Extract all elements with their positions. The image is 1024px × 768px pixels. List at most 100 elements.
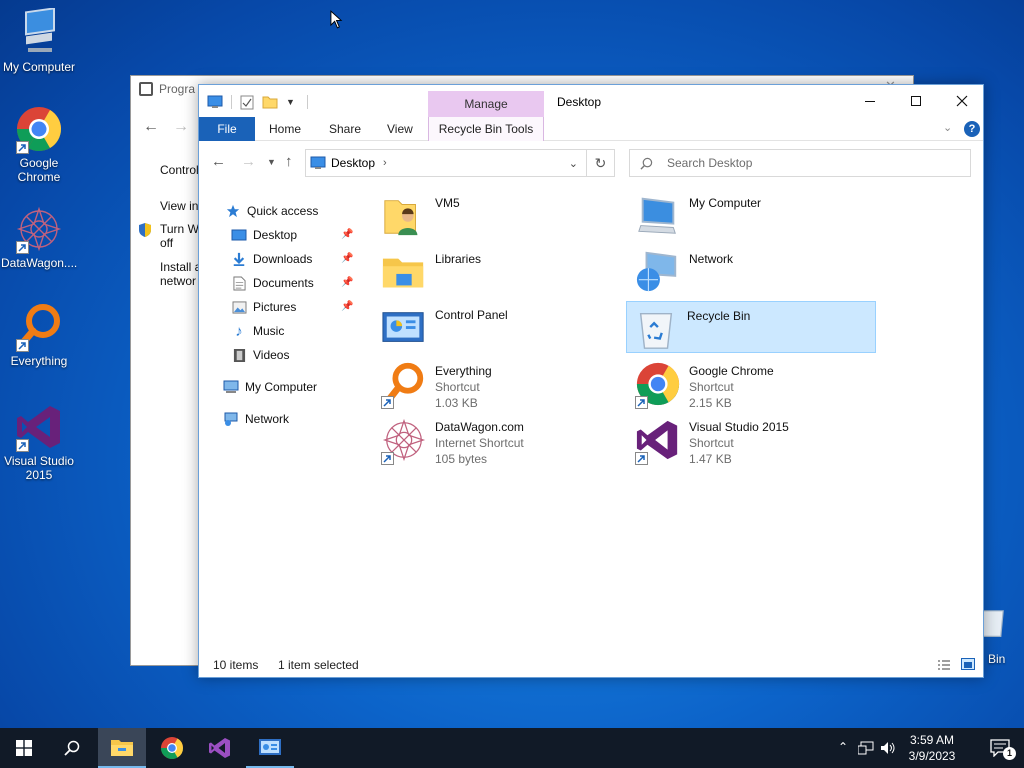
file-item-google-chrome[interactable]: Google Chrome Shortcut 2.15 KB xyxy=(629,357,879,410)
desktop-icon-label: Visual Studio 2015 xyxy=(4,454,74,482)
properties-icon[interactable] xyxy=(240,94,254,110)
maximize-button[interactable] xyxy=(893,85,939,117)
refresh-button[interactable]: ↻ xyxy=(587,149,615,177)
desktop-icon-label: DataWagon.... xyxy=(1,256,78,270)
shortcut-arrow-icon xyxy=(635,396,648,409)
taskbar-visual-studio[interactable] xyxy=(196,728,244,768)
user-folder-icon xyxy=(381,193,429,241)
back-button[interactable]: ← xyxy=(211,153,226,170)
desktop-icon-datawagon[interactable]: DataWagon.... xyxy=(1,204,77,270)
mouse-cursor-icon xyxy=(330,10,343,29)
desktop-icon-label: Bin xyxy=(988,652,1006,666)
tab-share[interactable]: Share xyxy=(317,117,373,141)
address-bar[interactable]: Desktop › ⌄ xyxy=(305,149,587,177)
address-row: ← → ▼ ↑ Desktop › ⌄ ↻ Search Desktop xyxy=(199,147,983,177)
breadcrumb-chevron-icon[interactable]: › xyxy=(383,157,387,169)
visual-studio-icon xyxy=(635,417,683,465)
nav-item-downloads[interactable]: Downloads xyxy=(231,249,312,269)
file-item-vm5[interactable]: VM5 xyxy=(375,189,625,241)
search-icon xyxy=(640,157,653,170)
bg-link-view[interactable]: View in xyxy=(160,199,198,213)
tab-home[interactable]: Home xyxy=(257,117,313,141)
file-item-everything[interactable]: Everything Shortcut 1.03 KB xyxy=(375,357,625,410)
recent-locations-icon[interactable]: ▼ xyxy=(267,157,276,167)
close-button[interactable] xyxy=(939,85,985,117)
nav-item-music[interactable]: ♪ Music xyxy=(231,321,284,341)
shortcut-arrow-icon xyxy=(381,396,394,409)
taskbar-file-explorer[interactable] xyxy=(98,728,146,768)
pin-icon[interactable]: 📌 xyxy=(341,301,353,312)
volume-icon[interactable] xyxy=(880,741,896,755)
customize-qat-icon[interactable]: ▼ xyxy=(286,97,295,107)
up-button[interactable]: ↑ xyxy=(285,153,293,170)
taskbar-control-panel[interactable] xyxy=(246,728,294,768)
clock-time: 3:59 AM xyxy=(909,733,955,747)
file-item-control-panel[interactable]: Control Panel xyxy=(375,301,625,353)
file-item-libraries[interactable]: Libraries xyxy=(375,245,625,297)
start-button[interactable] xyxy=(0,728,48,768)
tab-file[interactable]: File xyxy=(199,117,255,141)
window-title: Desktop xyxy=(557,95,602,109)
search-icon xyxy=(64,740,80,756)
minimize-button[interactable] xyxy=(847,85,893,117)
address-dropdown-icon[interactable]: ⌄ xyxy=(569,157,578,170)
file-item-visual-studio[interactable]: Visual Studio 2015 Shortcut 1.47 KB xyxy=(629,413,879,466)
explorer-window[interactable]: ▼ Manage Desktop File Home Share View Re… xyxy=(198,84,984,678)
large-icons-view-icon[interactable] xyxy=(961,658,975,670)
music-note-icon: ♪ xyxy=(235,322,243,340)
nav-item-pictures[interactable]: Pictures xyxy=(231,297,296,317)
new-folder-icon[interactable] xyxy=(262,95,278,109)
title-bar[interactable]: ▼ Manage Desktop xyxy=(199,85,983,117)
pin-icon[interactable]: 📌 xyxy=(341,277,353,288)
details-view-icon[interactable] xyxy=(937,659,951,674)
tab-manage[interactable]: Manage xyxy=(428,91,544,117)
film-icon xyxy=(231,347,247,363)
expand-ribbon-icon[interactable]: ⌄ xyxy=(943,121,952,134)
search-box[interactable]: Search Desktop xyxy=(629,149,971,177)
nav-item-videos[interactable]: Videos xyxy=(231,345,289,365)
clock[interactable]: 3:59 AM 3/9/2023 xyxy=(902,732,962,764)
back-arrow-icon[interactable]: ← xyxy=(143,118,159,136)
forward-button[interactable]: → xyxy=(241,153,256,170)
search-button[interactable] xyxy=(48,728,96,768)
nav-item-desktop[interactable]: Desktop xyxy=(231,225,297,245)
control-panel-icon xyxy=(259,739,281,755)
file-item-recycle-bin[interactable]: Recycle Bin xyxy=(626,301,876,353)
visual-studio-icon xyxy=(209,738,230,758)
address-path[interactable]: Desktop xyxy=(331,156,375,170)
nav-item-my-computer[interactable]: My Computer xyxy=(223,377,317,397)
desktop-icon-everything[interactable]: Everything xyxy=(1,302,77,368)
desktop-icon-google-chrome[interactable]: Google Chrome xyxy=(1,104,77,184)
desktop-icon-visual-studio[interactable]: Visual Studio 2015 xyxy=(1,402,77,482)
network-tray-icon[interactable] xyxy=(858,741,874,755)
bg-link-control[interactable]: Control xyxy=(160,163,199,177)
show-hidden-icons-icon[interactable]: ⌃ xyxy=(838,740,848,754)
taskbar-chrome[interactable] xyxy=(148,728,196,768)
chrome-icon xyxy=(14,104,64,154)
file-item-my-computer[interactable]: My Computer xyxy=(629,189,879,241)
nav-item-network[interactable]: Network xyxy=(223,409,289,429)
desktop-icon-label: Everything xyxy=(10,354,68,368)
file-item-datawagon[interactable]: DataWagon.com Internet Shortcut 105 byte… xyxy=(375,413,625,466)
pin-icon[interactable]: 📌 xyxy=(341,253,353,264)
file-item-network[interactable]: Network xyxy=(629,245,879,297)
recycle-bin-icon xyxy=(633,306,681,354)
file-list: VM5 My Computer Libraries Network Contro… xyxy=(371,189,971,649)
tab-view[interactable]: View xyxy=(375,117,425,141)
action-center-button[interactable]: 1 xyxy=(988,736,1016,760)
nav-item-quick-access[interactable]: Quick access xyxy=(225,201,318,221)
status-selection: 1 item selected xyxy=(278,658,359,672)
nav-item-documents[interactable]: Documents xyxy=(231,273,314,293)
help-icon[interactable]: ? xyxy=(964,121,980,137)
search-input[interactable]: Search Desktop xyxy=(667,156,752,170)
desktop-icon-my-computer[interactable]: My Computer xyxy=(1,7,77,74)
pin-icon[interactable]: 📌 xyxy=(341,229,353,240)
window-icon xyxy=(207,95,223,108)
forward-arrow-icon[interactable]: → xyxy=(173,118,189,136)
system-tray: ⌃ 3:59 AM 3/9/2023 1 xyxy=(824,728,1024,768)
network-icon xyxy=(635,249,683,297)
status-bar: 10 items 1 item selected xyxy=(199,653,983,677)
tab-recycle-bin-tools[interactable]: Recycle Bin Tools xyxy=(428,117,544,141)
desktop-location-icon xyxy=(310,156,326,169)
separator xyxy=(231,95,232,109)
